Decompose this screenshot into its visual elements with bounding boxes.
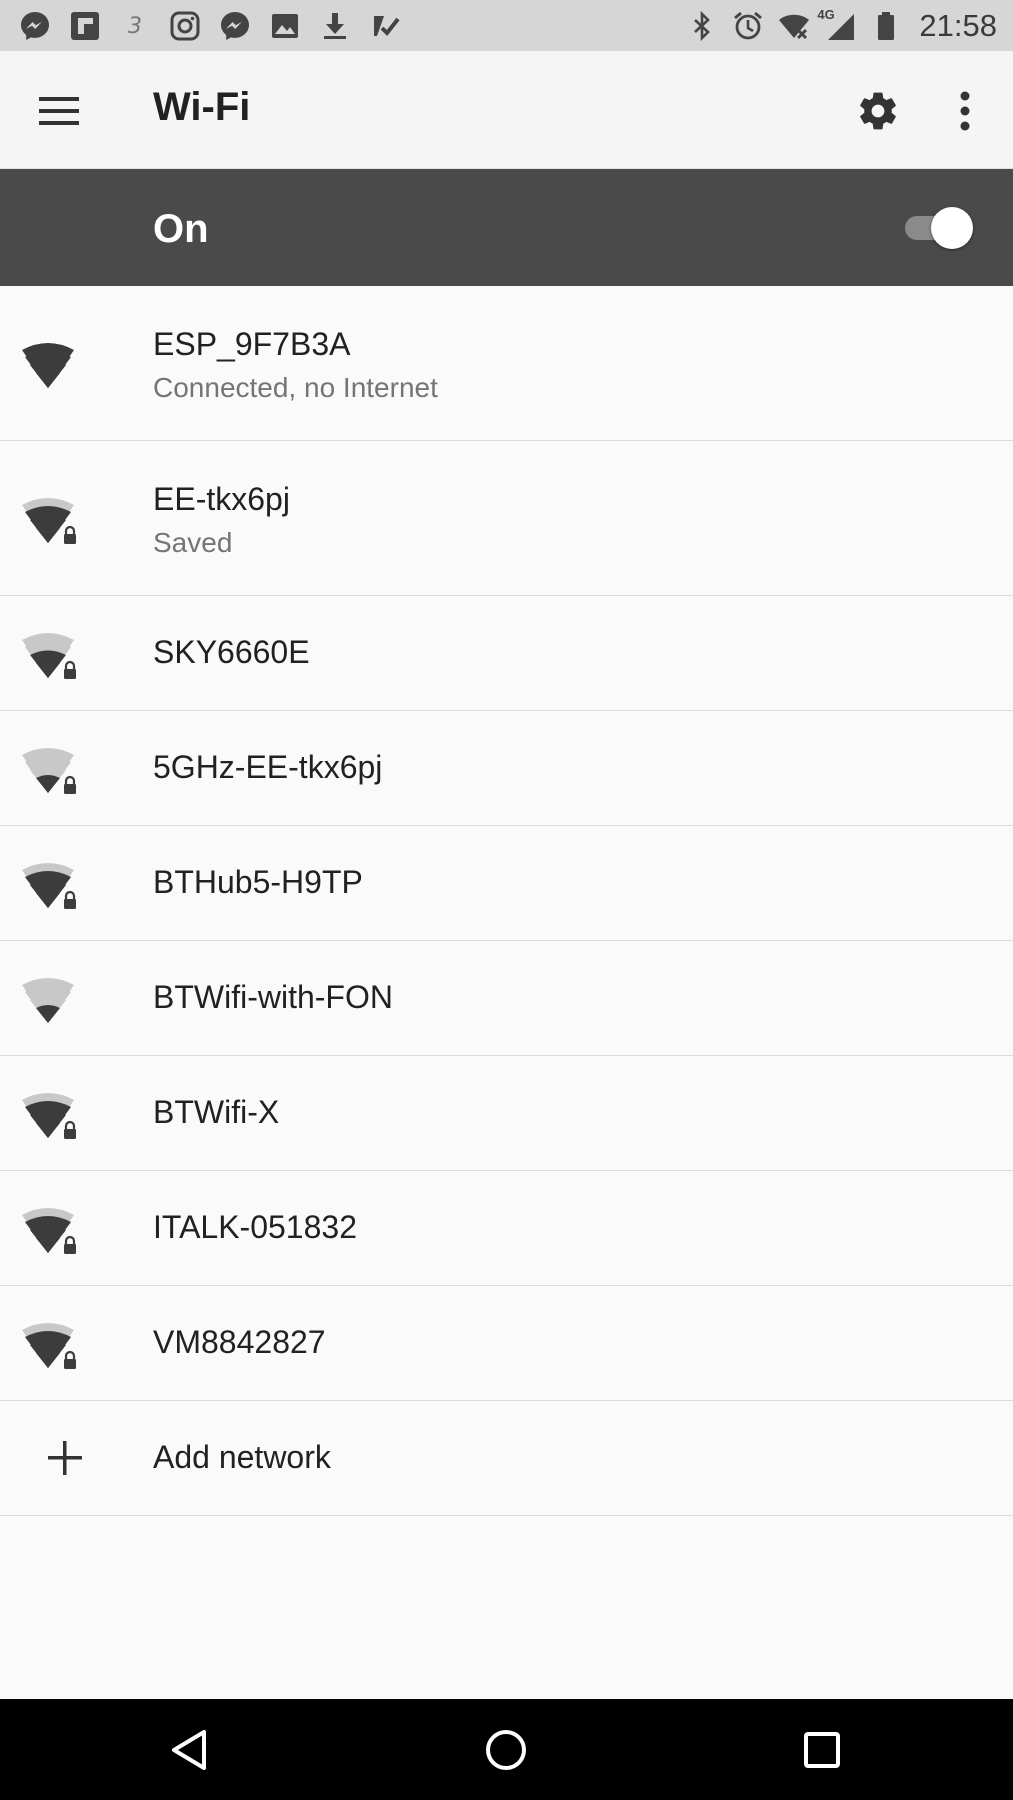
wifi-switch-label: On (153, 207, 209, 251)
wifi-signal-lock-icon (22, 633, 76, 679)
wifi-signal-lock-icon (22, 1323, 76, 1369)
wifi-master-switch-bar[interactable]: On (0, 169, 1013, 286)
network-name: BTWifi-X (153, 1094, 280, 1130)
network-name: ESP_9F7B3A (153, 326, 351, 362)
wifi-signal-lock-icon (22, 1093, 76, 1139)
wifi-toggle[interactable] (905, 207, 973, 249)
network-name: VM8842827 (153, 1324, 326, 1360)
lock-icon (64, 775, 76, 794)
network-status: Saved (153, 527, 233, 558)
alarm-icon (731, 9, 765, 43)
battery-icon (869, 9, 903, 43)
status-time: 21:58 (919, 7, 997, 43)
lock-icon (64, 1235, 76, 1254)
home-button[interactable] (473, 1719, 539, 1781)
toggle-thumb (931, 207, 973, 249)
svg-text:3: 3 (128, 14, 142, 39)
image-icon (268, 9, 302, 43)
app-bar: Wi-Fi (0, 51, 1013, 169)
lock-icon (64, 1350, 76, 1369)
gear-icon (860, 92, 896, 130)
network-name: BTWifi-with-FON (153, 979, 393, 1015)
network-row[interactable]: VM8842827 (0, 1286, 1013, 1401)
signal-bar-1 (36, 660, 60, 678)
notification-icons: 3 (18, 0, 402, 51)
wifi-no-internet-icon (777, 9, 811, 43)
more-vert-icon (960, 91, 970, 131)
back-triangle-icon (172, 1730, 206, 1770)
status-bar: 3 4G 21:58 (0, 0, 1013, 51)
menu-button[interactable] (24, 81, 94, 141)
messenger-icon (18, 9, 52, 43)
lock-icon (64, 660, 76, 679)
add-network-row[interactable]: Add network (0, 1401, 1013, 1516)
signal-bar-1 (36, 775, 60, 793)
recents-square-icon (804, 1732, 840, 1768)
network-name: BTHub5-H9TP (153, 864, 363, 900)
network-row[interactable]: ITALK-051832 (0, 1171, 1013, 1286)
network-row[interactable]: BTWifi-with-FON (0, 941, 1013, 1056)
hamburger-menu-icon (39, 97, 79, 125)
signal-bar-1 (36, 1005, 60, 1023)
recents-button[interactable] (789, 1719, 855, 1781)
cell-signal-icon: 4G (817, 7, 857, 43)
three-icon: 3 (118, 9, 152, 43)
wifi-signal-lock-icon (22, 863, 76, 909)
add-network-label: Add network (153, 1439, 331, 1475)
signal-bar-1 (36, 525, 60, 543)
network-row[interactable]: EE-tkx6pj Saved (0, 441, 1013, 596)
wifi-signal-lock-icon (22, 498, 76, 544)
back-button[interactable] (157, 1719, 223, 1781)
network-name: 5GHz-EE-tkx6pj (153, 749, 383, 785)
lock-icon (64, 525, 76, 544)
network-row[interactable]: ESP_9F7B3A Connected, no Internet (0, 286, 1013, 441)
network-status: Connected, no Internet (153, 372, 438, 403)
wifi-signal-icon (22, 343, 74, 388)
wifi-signal-icon (22, 978, 74, 1023)
wifi-signal-lock-icon (22, 1208, 76, 1254)
signal-bar-1 (36, 1120, 60, 1138)
lock-icon (64, 1120, 76, 1139)
system-nav-bar (0, 1699, 1013, 1800)
network-name: EE-tkx6pj (153, 481, 290, 517)
flipboard-icon (68, 9, 102, 43)
more-options-button[interactable] (935, 79, 995, 143)
signal-bar-1 (36, 1235, 60, 1253)
plus-icon (48, 1441, 82, 1475)
wifi-signal-lock-icon (22, 748, 76, 794)
network-row[interactable]: BTHub5-H9TP (0, 826, 1013, 941)
signal-bar-1 (36, 890, 60, 908)
signal-bar-1 (36, 1350, 60, 1368)
network-list: ESP_9F7B3A Connected, no Internet EE-tkx… (0, 286, 1013, 1516)
checklist-icon (368, 9, 402, 43)
download-icon (318, 9, 352, 43)
network-row[interactable]: 5GHz-EE-tkx6pj (0, 711, 1013, 826)
network-row[interactable]: BTWifi-X (0, 1056, 1013, 1171)
home-circle-icon (486, 1730, 526, 1770)
bluetooth-icon (685, 9, 719, 43)
network-row[interactable]: SKY6660E (0, 596, 1013, 711)
system-icons: 4G 21:58 (685, 0, 997, 51)
network-name: ITALK-051832 (153, 1209, 357, 1245)
messenger-icon (218, 9, 252, 43)
instagram-icon (168, 9, 202, 43)
lock-icon (64, 890, 76, 909)
page-title: Wi-Fi (153, 85, 251, 129)
network-type-label: 4G (817, 6, 835, 22)
signal-bar-1 (36, 370, 60, 388)
network-name: SKY6660E (153, 634, 310, 670)
settings-button[interactable] (843, 79, 913, 143)
